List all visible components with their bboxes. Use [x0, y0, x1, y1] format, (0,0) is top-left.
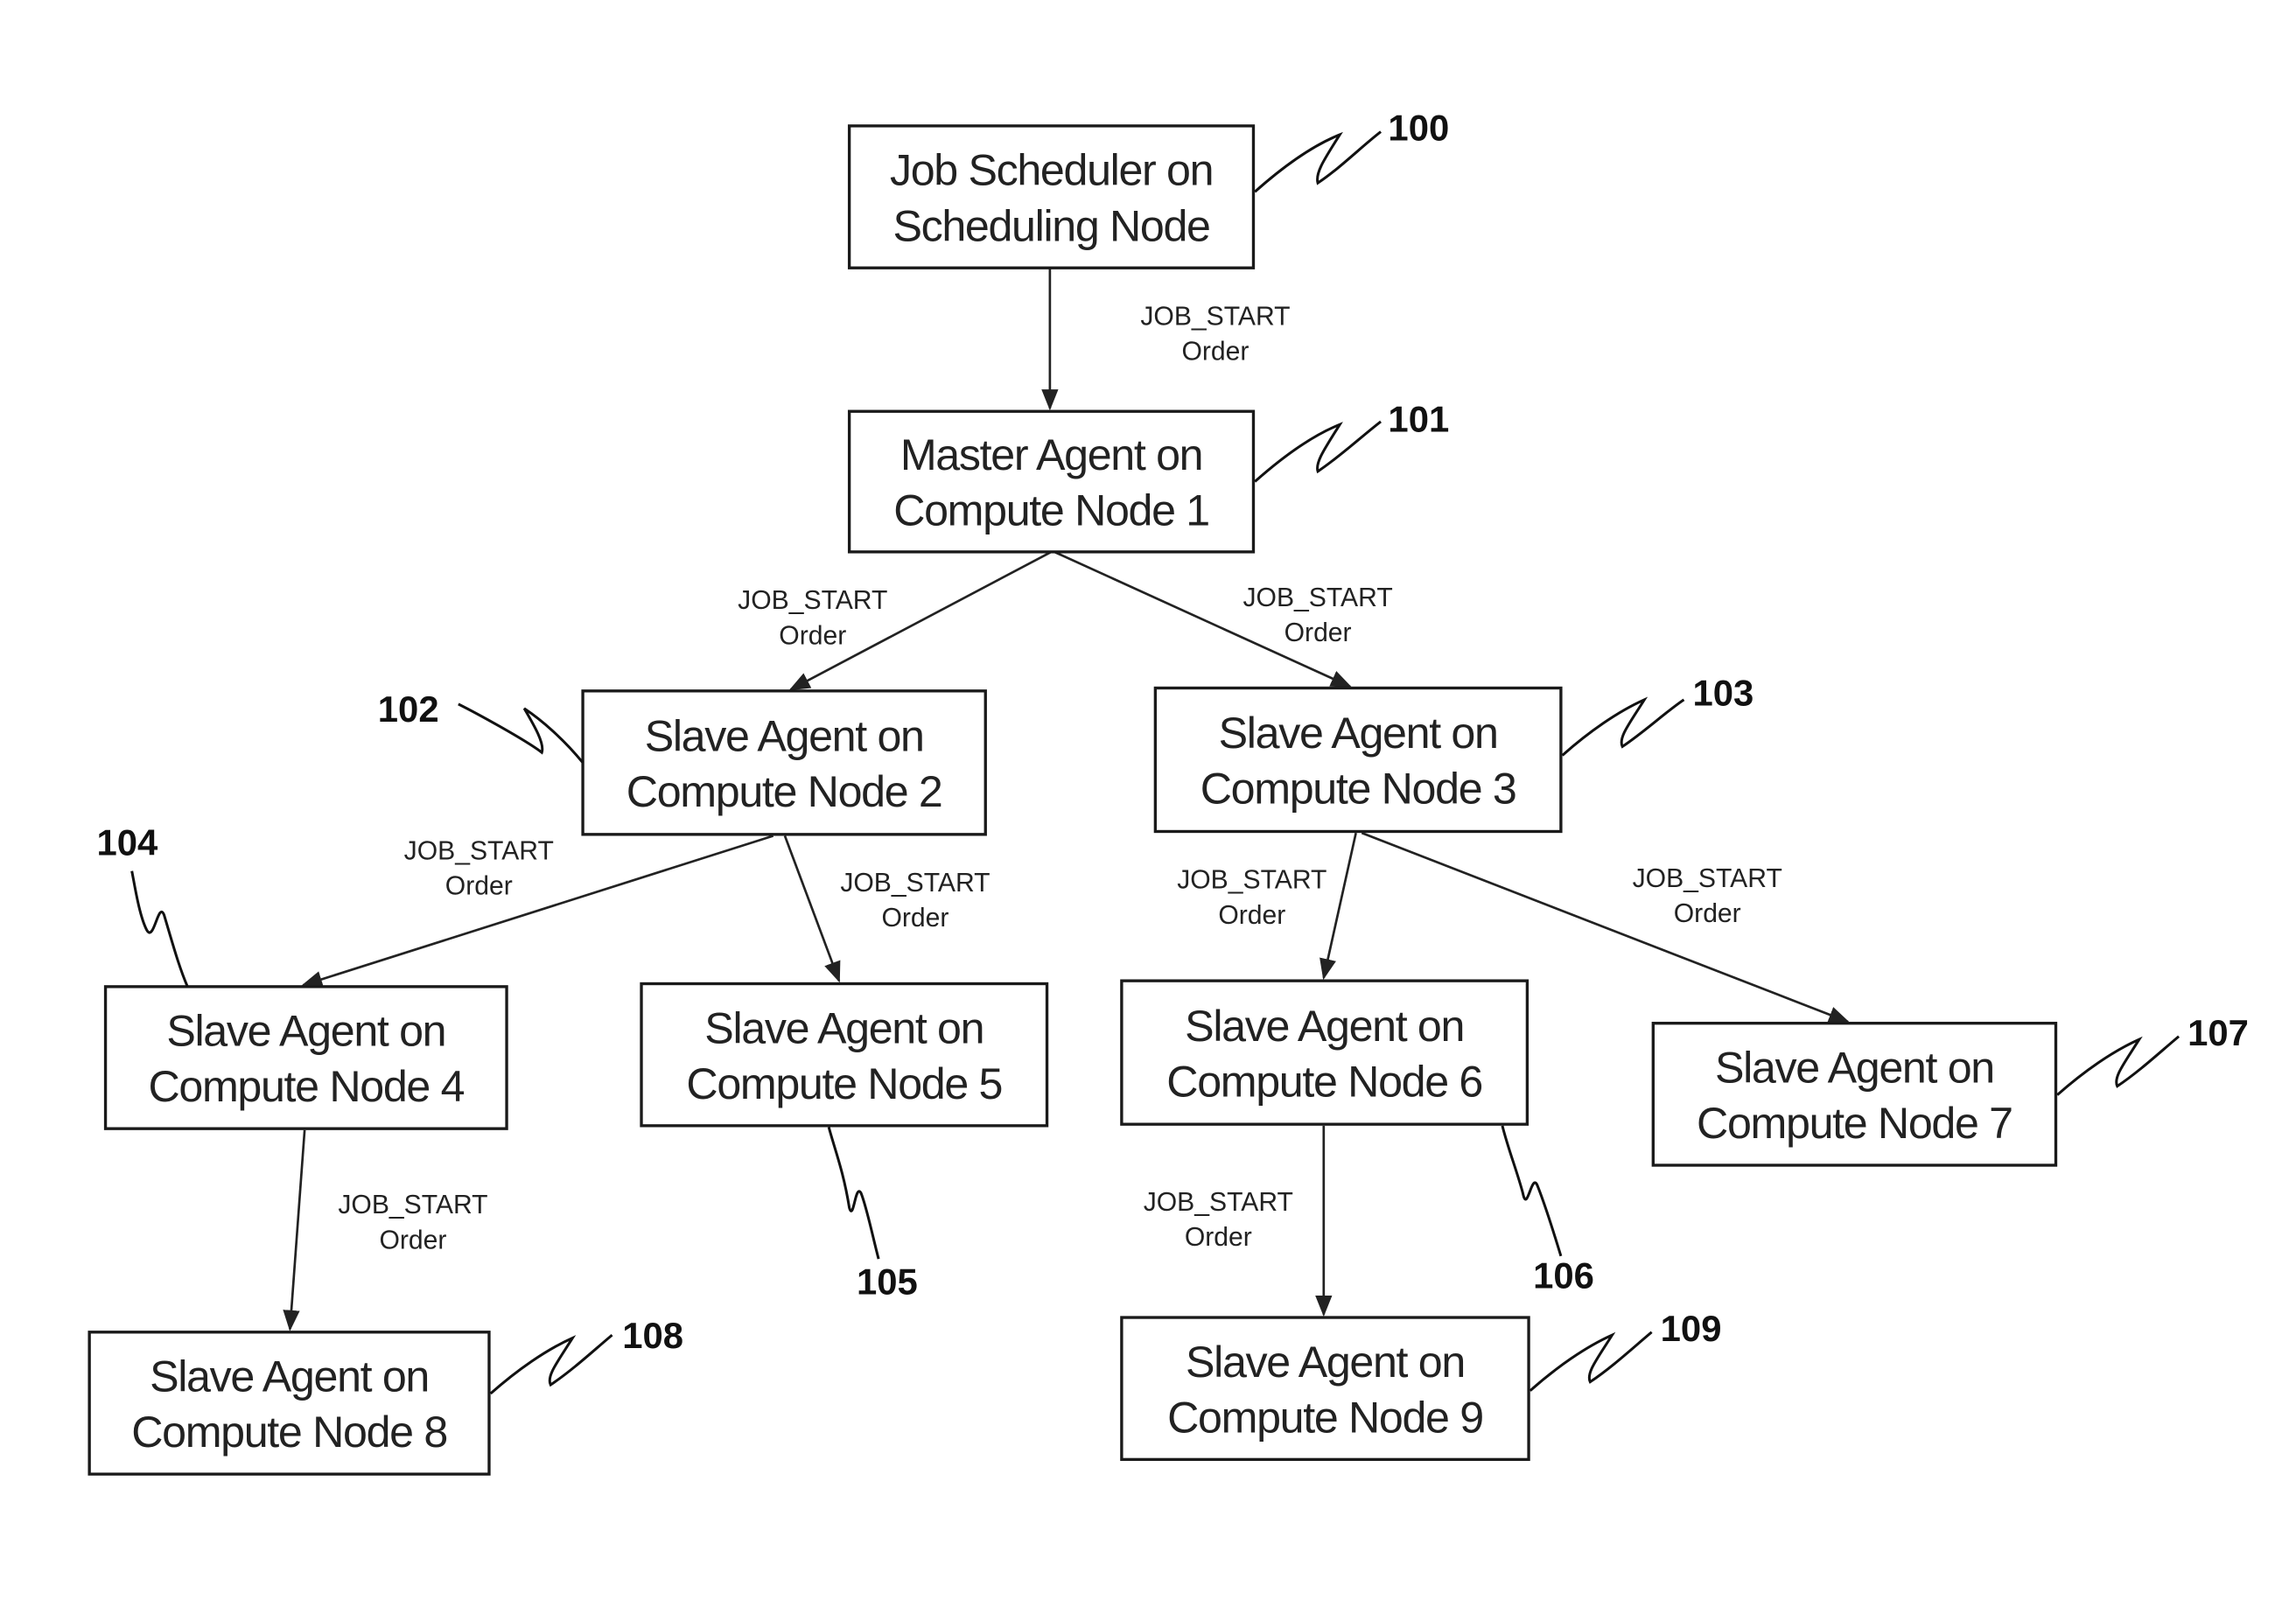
edge-label-order: Order	[445, 871, 513, 900]
reference-numeral: 108	[622, 1315, 683, 1356]
reference-numeral: 101	[1388, 399, 1449, 440]
node-title-line-2: Scheduling Node	[892, 201, 1209, 250]
node-title-line-1: Slave Agent on	[704, 1003, 984, 1052]
edge-104-108: JOB_START Order	[283, 1129, 488, 1331]
node-title-line-2: Compute Node 8	[131, 1408, 447, 1457]
node-box-105: Slave Agent on Compute Node 5	[640, 982, 1049, 1128]
edge-label-order: Order	[881, 904, 948, 933]
edge-102-104: JOB_START Order	[301, 835, 774, 988]
leader-line	[489, 1333, 613, 1395]
leader-line	[1501, 1125, 1563, 1257]
reference-105: 105	[827, 1127, 918, 1302]
node-title-line-1: Slave Agent on	[645, 711, 924, 760]
edge-label-command: JOB_START	[1177, 866, 1326, 895]
leader-line	[1529, 1331, 1653, 1392]
edge-101-102: JOB_START Order	[738, 550, 1053, 691]
leader-line	[458, 702, 584, 764]
reference-104: 104	[97, 821, 189, 988]
reference-numeral: 102	[378, 688, 439, 730]
node-title-line-2: Compute Node 4	[148, 1062, 464, 1111]
job-start-hierarchy-diagram: JOB_START Order JOB_START Order JOB_START Ord…	[88, 108, 2249, 1476]
node-title-line-2: Compute Node 1	[893, 486, 1209, 535]
node-box-103: Slave Agent on Compute Node 3	[1153, 686, 1563, 834]
edge-label-order: Order	[1674, 899, 1741, 928]
leader-line	[1561, 696, 1685, 757]
reference-108: 108	[489, 1315, 683, 1395]
arrow-line	[283, 1129, 306, 1331]
arrow-line	[783, 835, 841, 983]
edge-label-command: JOB_START	[1243, 583, 1393, 612]
edge-label-order: Order	[379, 1226, 446, 1254]
edge-label-command: JOB_START	[338, 1191, 487, 1219]
edge-label-order: Order	[1185, 1223, 1252, 1252]
edge-101-103: JOB_START Order	[1054, 550, 1393, 688]
node-title-line-1: Slave Agent on	[166, 1007, 445, 1056]
node-box-100: Job Scheduler on Scheduling Node	[847, 124, 1256, 269]
reference-102: 102	[378, 688, 584, 764]
leader-line	[1254, 130, 1382, 193]
node-box-108: Slave Agent on Compute Node 8	[88, 1331, 491, 1476]
node-box-104: Slave Agent on Compute Node 4	[103, 985, 508, 1130]
node-title-line-1: Job Scheduler on	[890, 146, 1213, 195]
reference-100: 100	[1254, 108, 1449, 193]
edge-100-101: JOB_START Order	[1041, 268, 1291, 411]
leader-line	[827, 1127, 880, 1260]
edge-106-109: JOB_START Order	[1144, 1125, 1333, 1317]
node-title-line-1: Slave Agent on	[1219, 709, 1498, 758]
reference-109: 109	[1529, 1308, 1722, 1392]
edge-label-order: Order	[1181, 338, 1249, 367]
edge-label-command: JOB_START	[1144, 1188, 1293, 1217]
edge-label-command: JOB_START	[1633, 864, 1782, 893]
reference-101: 101	[1254, 399, 1449, 483]
node-title-line-1: Slave Agent on	[1186, 1338, 1465, 1387]
leader-line	[2056, 1035, 2180, 1096]
node-box-106: Slave Agent on Compute Node 6	[1120, 979, 1530, 1126]
edge-label-order: Order	[1284, 618, 1352, 647]
reference-numeral: 107	[2188, 1012, 2249, 1053]
edge-label-order: Order	[1218, 901, 1285, 930]
reference-numeral: 109	[1661, 1308, 1722, 1349]
node-title-line-2: Compute Node 7	[1697, 1099, 2012, 1148]
node-title-line-2: Compute Node 9	[1167, 1393, 1483, 1442]
node-title-line-1: Master Agent on	[900, 430, 1202, 479]
reference-numeral: 104	[97, 821, 159, 863]
reference-106: 106	[1501, 1125, 1594, 1296]
node-title-line-2: Compute Node 5	[686, 1059, 1002, 1108]
arrow-line	[1320, 832, 1357, 981]
reference-numeral: 106	[1533, 1255, 1594, 1296]
reference-numeral: 100	[1388, 108, 1449, 149]
node-box-107: Slave Agent on Compute Node 7	[1651, 1022, 2058, 1167]
node-title-line-2: Compute Node 2	[626, 767, 942, 816]
nodes-layer: Job Scheduler on Scheduling Node Master Ag…	[88, 124, 2058, 1476]
node-title-line-1: Slave Agent on	[150, 1352, 429, 1401]
edge-103-106: JOB_START Order	[1177, 832, 1357, 981]
node-title-line-2: Compute Node 6	[1166, 1057, 1482, 1106]
edge-label-command: JOB_START	[1140, 302, 1290, 331]
node-box-101: Master Agent on Compute Node 1	[847, 409, 1256, 554]
edge-label-command: JOB_START	[738, 586, 887, 615]
node-box-109: Slave Agent on Compute Node 9	[1120, 1316, 1530, 1462]
edge-label-command: JOB_START	[404, 836, 554, 865]
node-box-102: Slave Agent on Compute Node 2	[581, 689, 987, 836]
edge-label-command: JOB_START	[840, 869, 990, 898]
edge-102-105: JOB_START Order	[783, 835, 990, 983]
edge-label-order: Order	[779, 621, 846, 650]
leader-line	[130, 870, 189, 988]
reference-107: 107	[2056, 1012, 2249, 1096]
node-title-line-1: Slave Agent on	[1185, 1002, 1464, 1051]
node-title-line-1: Slave Agent on	[1715, 1043, 1994, 1092]
node-title-line-2: Compute Node 3	[1200, 765, 1516, 814]
reference-numeral: 105	[857, 1261, 918, 1302]
leader-line	[1254, 420, 1382, 483]
reference-numeral: 103	[1692, 673, 1754, 714]
reference-103: 103	[1561, 673, 1754, 757]
